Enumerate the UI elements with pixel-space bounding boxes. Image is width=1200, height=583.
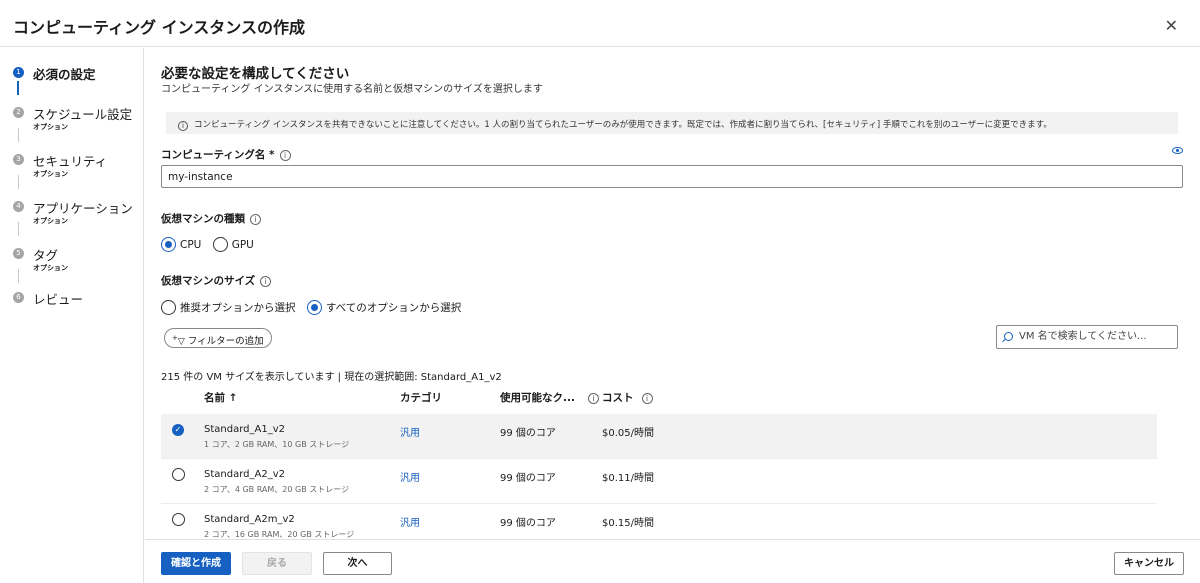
radio-label: CPU [180, 238, 202, 251]
step-number-icon: 1 [13, 67, 24, 78]
radio-selected-icon [161, 237, 176, 252]
step-optional-label: オプション [33, 264, 68, 272]
filter-icon: +▽ [172, 334, 185, 347]
info-icon[interactable]: i [588, 393, 599, 404]
vm-cores: 99 個のコア [500, 518, 556, 529]
step-connector [17, 81, 19, 95]
column-header-cost-text: コスト [602, 392, 634, 404]
column-header-cost[interactable]: i コスト i [588, 390, 653, 405]
step-label: セキュリティ [33, 154, 108, 169]
column-header-available-text: 使用可能なク... [500, 392, 575, 404]
radio-selected-icon [306, 300, 322, 315]
section-subheading: コンピューティング インスタンスに使用する名前と仮想マシンのサイズを選択します [161, 84, 543, 95]
radio-empty-icon[interactable] [172, 468, 185, 481]
section-heading: 必要な設定を構成してください [161, 66, 350, 82]
review-create-button[interactable]: 確認と作成 [161, 552, 231, 575]
table-row[interactable]: Standard_A2_v2 2 コア、4 GB RAM、20 GB ストレージ… [161, 459, 1157, 504]
vm-type-label-text: 仮想マシンの種類 [161, 213, 245, 225]
step-number-icon: 3 [13, 154, 24, 165]
info-icon[interactable]: i [641, 393, 653, 404]
info-icon[interactable]: i [279, 150, 291, 161]
result-count: 215 件の VM サイズを表示しています | 現在の選択範囲: Standar… [161, 372, 502, 383]
back-button: 戻る [242, 552, 312, 575]
step-number-icon: 4 [13, 201, 24, 212]
page-title: コンピューティング インスタンスの作成 [13, 18, 305, 37]
vm-category-link[interactable]: 汎用 [400, 469, 420, 484]
vm-size-label-text: 仮想マシンのサイズ [161, 275, 256, 287]
vm-name: Standard_A2m_v2 [204, 514, 295, 525]
vm-size-label: 仮想マシンのサイズ i [161, 273, 272, 288]
radio-label: すべてのオプションから選択 [325, 302, 462, 314]
vm-cores: 99 個のコア [500, 428, 556, 439]
step-connector [18, 175, 19, 189]
step-connector [18, 269, 19, 283]
column-header-category[interactable]: カテゴリ [400, 390, 442, 405]
step-number-icon: 6 [13, 292, 24, 303]
step-number-icon: 5 [13, 248, 24, 259]
step-connector [18, 128, 19, 142]
step-number-icon: 2 [13, 107, 24, 118]
compute-name-input[interactable] [161, 165, 1183, 188]
step-label: レビュー [33, 292, 84, 307]
info-icon[interactable]: i [260, 276, 272, 287]
info-banner: i コンピューティング インスタンスを共有できないことに注意してください。1 人の… [166, 112, 1178, 134]
vm-spec: 1 コア、2 GB RAM、10 GB ストレージ [204, 440, 350, 449]
vm-type-label: 仮想マシンの種類 i [161, 211, 261, 226]
vm-search-input[interactable]: VM 名で検索してください... [996, 325, 1178, 349]
radio-cpu[interactable]: CPU [161, 237, 201, 252]
dialog-footer: 確認と作成 戻る 次へ キャンセル [145, 539, 1200, 583]
step-optional-label: オプション [33, 170, 68, 178]
step-label: 必須の設定 [33, 67, 96, 82]
vm-cost: $0.15/時間 [602, 518, 654, 529]
info-banner-text: コンピューティング インスタンスを共有できないことに注意してください。1 人の割… [194, 120, 1052, 130]
vm-cores: 99 個のコア [500, 473, 556, 484]
vm-type-radio-group: CPU GPU [161, 237, 262, 255]
radio-empty-icon [161, 300, 176, 315]
radio-empty-icon[interactable] [172, 513, 185, 526]
radio-empty-icon [212, 237, 228, 252]
search-placeholder: VM 名で検索してください... [1019, 331, 1147, 342]
vm-name: Standard_A1_v2 [204, 424, 285, 435]
step-label: タグ [33, 248, 59, 263]
step-optional-label: オプション [33, 217, 68, 225]
vm-name: Standard_A2_v2 [204, 469, 285, 480]
radio-label: GPU [231, 238, 254, 251]
close-icon[interactable]: ✕ [1165, 16, 1178, 35]
vm-category-link[interactable]: 汎用 [400, 424, 420, 439]
vm-cost: $0.05/時間 [602, 428, 654, 439]
column-header-available[interactable]: 使用可能なク... [500, 390, 575, 405]
vm-cost: $0.11/時間 [602, 473, 654, 484]
cancel-button[interactable]: キャンセル [1114, 552, 1184, 575]
add-filter-button[interactable]: +▽ フィルターの追加 [164, 328, 272, 348]
vm-size-radio-group: 推奨オプションから選択 すべてのオプションから選択 [161, 300, 469, 318]
radio-recommended[interactable]: 推奨オプションから選択 [161, 300, 296, 315]
step-label: スケジュール設定 [33, 107, 133, 122]
step-label: アプリケーション [33, 201, 133, 216]
table-row[interactable]: ✓ Standard_A1_v2 1 コア、2 GB RAM、10 GB ストレ… [161, 414, 1157, 459]
eye-icon[interactable] [1172, 147, 1183, 154]
add-filter-label: フィルターの追加 [187, 336, 264, 347]
radio-gpu[interactable]: GPU [212, 237, 254, 252]
vm-category-link[interactable]: 汎用 [400, 514, 420, 529]
column-header-name[interactable]: 名前 ↑ [204, 390, 237, 405]
checkmark-icon: ✓ [172, 424, 184, 436]
step-connector [18, 222, 19, 236]
compute-name-label: コンピューティング名 * i [161, 147, 291, 162]
radio-all-options[interactable]: すべてのオプションから選択 [306, 300, 462, 315]
radio-label: 推奨オプションから選択 [180, 302, 296, 314]
info-icon: i [178, 121, 188, 131]
vm-spec: 2 コア、4 GB RAM、20 GB ストレージ [204, 485, 350, 494]
wizard-steps: 1 必須の設定 2 スケジュール設定 オプション 3 セキュリティ オプション … [0, 48, 144, 583]
dialog-header: コンピューティング インスタンスの作成 ✕ [0, 0, 1200, 47]
step-optional-label: オプション [33, 123, 68, 131]
compute-name-label-text: コンピューティング名 * [161, 149, 275, 161]
next-button[interactable]: 次へ [323, 552, 392, 575]
search-icon [1004, 332, 1013, 341]
info-icon[interactable]: i [250, 214, 261, 225]
